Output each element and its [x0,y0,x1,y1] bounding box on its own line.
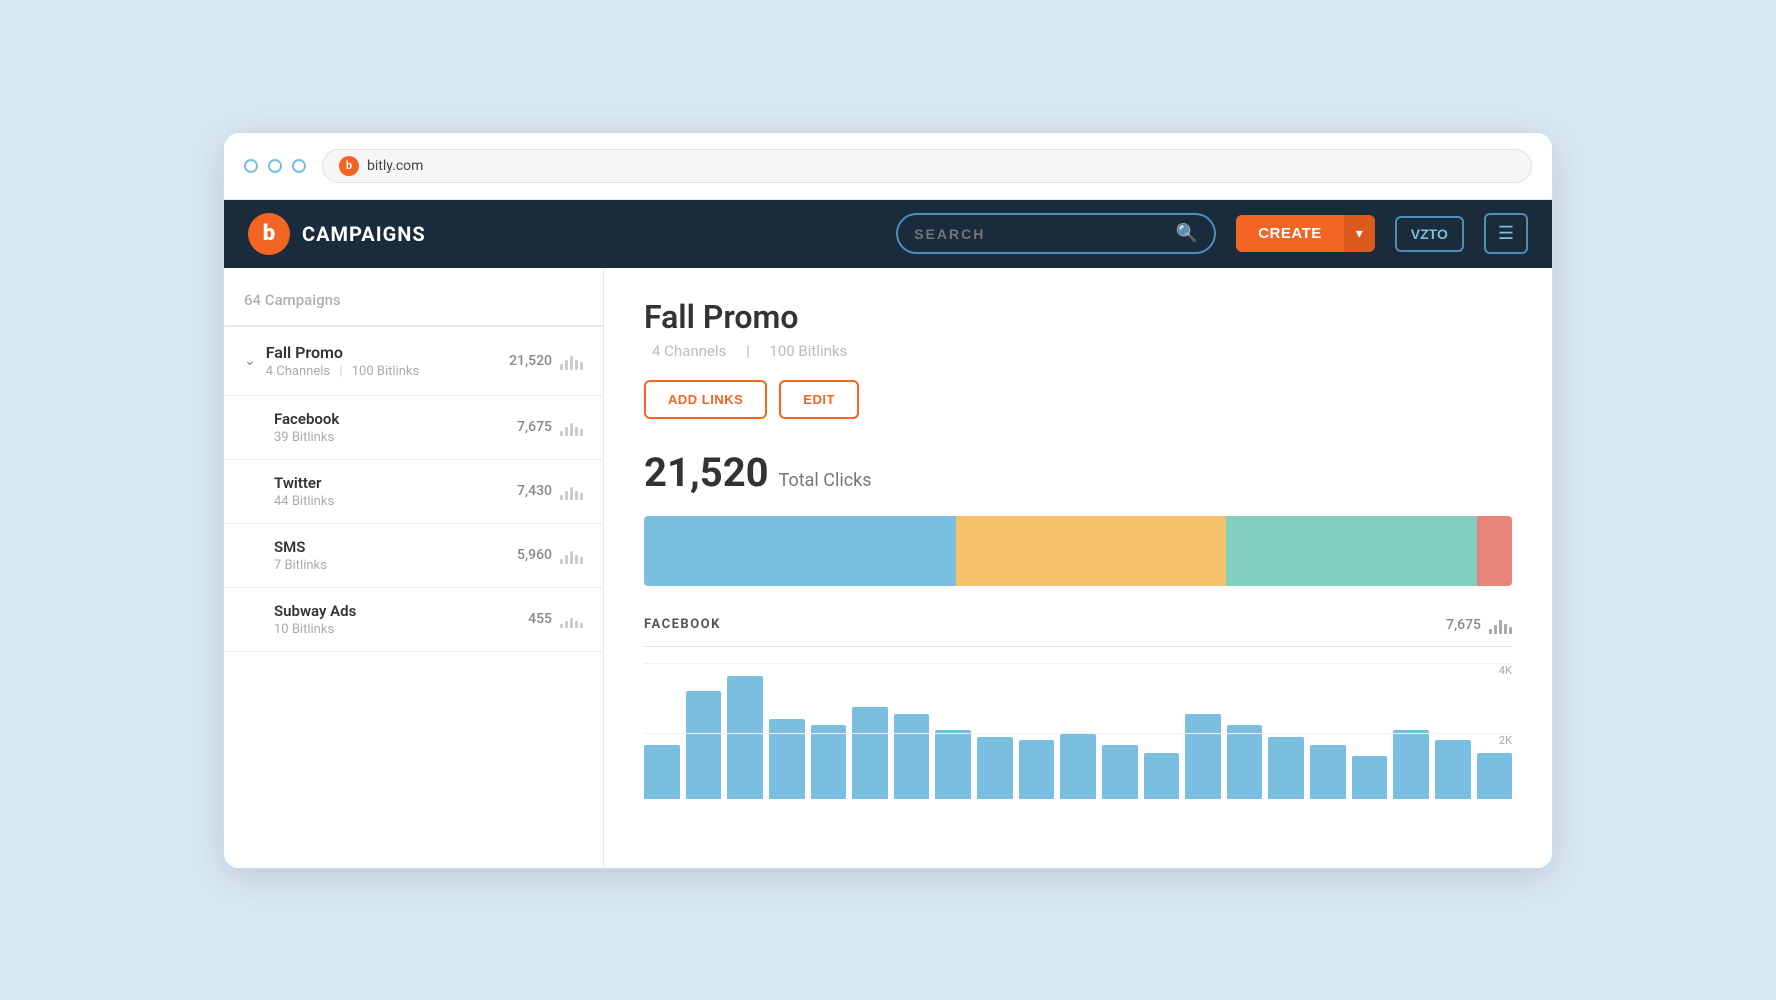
facebook-section-header: FACEBOOK 7,675 [644,616,1512,647]
chart-bar [811,725,847,798]
channel-item-twitter[interactable]: Twitter 44 Bitlinks 7,430 [224,459,603,523]
facebook-section-count: 7,675 [1446,616,1512,634]
search-icon: 🔍 [1176,223,1198,244]
stacked-bar-segment [1226,516,1478,586]
channel-item-facebook[interactable]: Facebook 39 Bitlinks 7,675 [224,395,603,459]
chart-label-4k: 4K [1499,664,1512,677]
chart-bar [1102,745,1138,799]
clicks-number: 21,520 [644,449,769,496]
campaign-meta: 4 Channels | 100 Bitlinks [266,364,509,379]
chart-bar [935,730,971,799]
main-panel: Fall Promo 4 Channels | 100 Bitlinks ADD… [604,268,1552,868]
campaign-name: Fall Promo [266,343,509,362]
app-header: b CAMPAIGNS 🔍 CREATE ▾ VZTO ☰ [224,200,1552,268]
stacked-bar [644,516,1512,586]
app-body: 64 Campaigns ⌄ Fall Promo 4 Channels | 1… [224,268,1552,868]
menu-button[interactable]: ☰ [1484,213,1528,254]
sidebar: 64 Campaigns ⌄ Fall Promo 4 Channels | 1… [224,268,604,868]
channel-item-sms[interactable]: SMS 7 Bitlinks 5,960 [224,523,603,587]
campaign-subtitle: 4 Channels | 100 Bitlinks [644,342,1512,360]
clicks-label: Total Clicks [779,470,872,491]
search-input[interactable] [914,226,1166,242]
channel-stats-twitter: 7,430 [517,482,583,500]
total-clicks: 21,520 Total Clicks [644,449,1512,496]
action-buttons: ADD LINKS EDIT [644,380,1512,419]
gridline-mid: 2K [644,733,1512,734]
channel-item-subway[interactable]: Subway Ads 10 Bitlinks 455 [224,587,603,651]
channels-list: Facebook 39 Bitlinks 7,675 [224,395,603,651]
chart-bar [769,719,805,799]
channel-stats-sms: 5,960 [517,546,583,564]
bar-chart-facebook: 4K 2K [644,663,1512,803]
url-text: bitly.com [367,158,423,174]
campaign-main-row[interactable]: ⌄ Fall Promo 4 Channels | 100 Bitlinks 2… [224,327,603,395]
campaign-stats: 21,520 [509,352,583,370]
chart-bar [1310,745,1346,799]
channel-info-subway: Subway Ads 10 Bitlinks [274,602,528,637]
chart-label-2k: 2K [1499,734,1512,747]
channel-info-twitter: Twitter 44 Bitlinks [274,474,517,509]
user-button[interactable]: VZTO [1395,216,1464,252]
chart-bar [686,691,722,798]
bar-chart-icon-subway [560,610,583,628]
chart-bar [1144,753,1180,799]
chart-bar [1393,730,1429,799]
browser-dot-2[interactable] [268,159,282,173]
bar-chart-icon-tw [560,482,583,500]
stacked-bar-segment [644,516,956,586]
sidebar-header: 64 Campaigns [224,268,603,327]
browser-bar: b bitly.com [224,133,1552,200]
bitly-favicon: b [339,156,359,176]
app-logo: b CAMPAIGNS [248,213,426,255]
url-bar[interactable]: b bitly.com [322,149,1532,183]
stacked-bar-segment [1477,516,1512,586]
campaign-item-fall-promo: ⌄ Fall Promo 4 Channels | 100 Bitlinks 2… [224,327,603,652]
logo-icon: b [248,213,290,255]
app-title: CAMPAIGNS [302,222,426,246]
create-dropdown-button[interactable]: ▾ [1344,215,1375,252]
facebook-section-label: FACEBOOK [644,617,721,632]
chart-bar [894,714,930,798]
campaigns-count: 64 Campaigns [244,291,341,309]
create-button-group: CREATE ▾ [1236,215,1375,252]
bar-chart-icon [560,352,583,370]
browser-dot-1[interactable] [244,159,258,173]
stacked-bar-segment [956,516,1225,586]
bar-chart-icon-fb-main [1489,616,1512,634]
channel-stats-facebook: 7,675 [517,418,583,436]
chart-bar [852,707,888,799]
channel-info-facebook: Facebook 39 Bitlinks [274,410,517,445]
browser-dot-3[interactable] [292,159,306,173]
chart-bar [1352,756,1388,799]
search-bar[interactable]: 🔍 [896,213,1216,254]
chart-bar [1227,725,1263,798]
chart-bar [1435,740,1471,798]
chart-bar [1268,737,1304,798]
channel-stats-subway: 455 [528,610,583,628]
chart-bar [1060,734,1096,798]
chart-bar [977,737,1013,798]
chart-bar [1477,753,1513,799]
create-button[interactable]: CREATE [1236,215,1344,252]
edit-button[interactable]: EDIT [779,380,859,419]
add-links-button[interactable]: ADD LINKS [644,380,767,419]
campaign-title: Fall Promo [644,298,1512,336]
chart-bar [727,676,763,798]
bar-chart-icon-sms [560,546,583,564]
browser-dots [244,159,306,173]
chart-bar [644,745,680,799]
chart-bar [1185,714,1221,798]
chevron-icon: ⌄ [244,353,256,369]
gridline-top: 4K [644,663,1512,664]
browser-window: b bitly.com b CAMPAIGNS 🔍 CREATE ▾ VZTO … [223,132,1553,869]
chart-bar [1019,740,1055,798]
campaign-info: Fall Promo 4 Channels | 100 Bitlinks [266,343,509,379]
channel-info-sms: SMS 7 Bitlinks [274,538,517,573]
bar-chart-icon-fb [560,418,583,436]
